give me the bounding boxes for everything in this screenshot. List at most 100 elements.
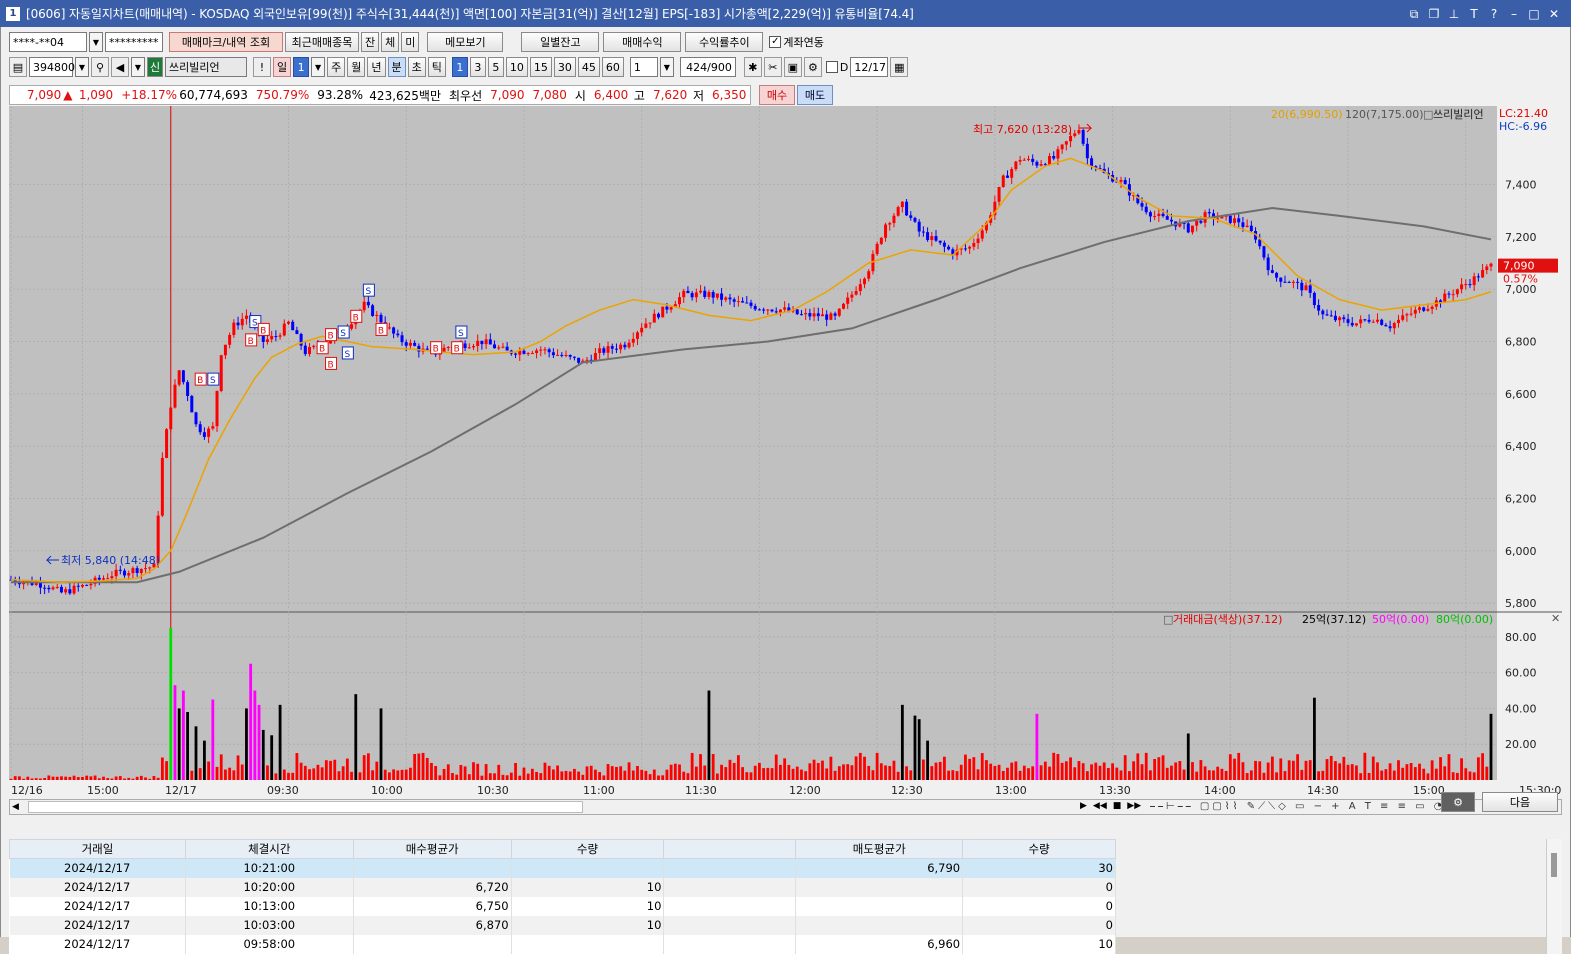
trade-profit-button[interactable]: 매매수익 (603, 32, 682, 52)
table-row[interactable]: 2024/12/17 10:21:00 6,790 30 (9, 858, 1116, 878)
balance-button[interactable]: 잔 (361, 32, 380, 52)
layout-icon[interactable]: ▤ (9, 57, 27, 77)
maximize-icon[interactable]: □ (1525, 6, 1543, 22)
table-row[interactable]: 2024/12/17 10:20:00 6,720 10 0 (9, 877, 1116, 897)
yield-trend-button[interactable]: 수익률추이 (685, 32, 764, 52)
unit-year[interactable]: 년 (367, 57, 386, 77)
candle-body (89, 583, 93, 586)
volume-bar (156, 777, 160, 780)
volume-bar (337, 771, 341, 780)
interval-3[interactable]: 3 (469, 57, 486, 77)
stock-code-input[interactable]: 394800 (29, 57, 75, 77)
count-input[interactable]: 1 (629, 57, 658, 77)
period-day[interactable]: 일 (273, 57, 292, 77)
unit-month[interactable]: 월 (347, 57, 366, 77)
close-icon[interactable]: ✕ (1545, 6, 1563, 22)
save-icon[interactable]: ▣ (783, 57, 802, 77)
window-copy-icon[interactable]: ❐ (1425, 6, 1443, 22)
col-buy-avg[interactable]: 매수평균가 (352, 839, 512, 859)
account-link-checkbox[interactable]: ✓ 계좌연동 (769, 34, 824, 50)
candle-body (1443, 293, 1447, 303)
interval-60[interactable]: 60 (601, 57, 624, 77)
col-sell-avg[interactable]: 매도평균가 (795, 839, 964, 859)
alert-icon[interactable]: ! (253, 57, 271, 77)
trade-mark-button[interactable]: 매매마크/내역 조회 (169, 32, 283, 52)
volume-bar (97, 778, 101, 780)
col-buy-qty[interactable]: 수량 (510, 839, 665, 859)
recent-trades-button[interactable]: 최근매매종목 (285, 32, 359, 52)
unit-tick[interactable]: 틱 (427, 57, 446, 77)
interval-45[interactable]: 45 (577, 57, 600, 77)
rewind-icon[interactable]: ◀◀ (1093, 801, 1107, 811)
col-sell-qty[interactable]: 수량 (962, 839, 1116, 859)
forward-icon[interactable]: ▶▶ (1127, 801, 1141, 811)
calendar-icon[interactable]: ▦ (890, 57, 909, 77)
scroll-thumb[interactable] (28, 801, 583, 813)
count-dropdown-icon[interactable]: ▼ (659, 57, 674, 77)
candle-body (1455, 289, 1459, 295)
memo-button[interactable]: 메모보기 (427, 32, 504, 52)
volume-bar (943, 756, 946, 780)
chart-canvas[interactable]: 7,4007,2007,0006,8006,6006,4006,2006,000… (9, 106, 1562, 799)
next-button[interactable]: 다음 (1482, 792, 1558, 812)
table-row[interactable]: 2024/12/17 10:03:00 6,870 10 0 (9, 915, 1116, 935)
table-row[interactable]: 2024/12/17 09:58:00 6,960 10 (9, 934, 1116, 954)
tools-icon[interactable]: ✂ (763, 57, 782, 77)
col-exec-time[interactable]: 체결시간 (184, 839, 354, 859)
account-input[interactable]: ****-**04 (9, 32, 87, 52)
candle-body (1371, 321, 1375, 323)
sell-button[interactable]: 매도 (797, 85, 833, 105)
window-link-icon[interactable]: ⧉ (1405, 6, 1423, 22)
grid-settings-icon[interactable]: ⚙ (1441, 792, 1475, 812)
table-cell: 6,720 (353, 877, 512, 897)
chart-area[interactable]: 7,400 7,200 7,000 6,800 6,600 6,400 6,200 6,000… (9, 106, 1562, 799)
volume-bar (694, 766, 698, 780)
candle-body (547, 349, 551, 353)
help-icon[interactable]: ? (1485, 6, 1503, 22)
volume-bar (135, 776, 139, 780)
candle-body (1237, 218, 1241, 223)
daily-balance-button[interactable]: 일별잔고 (521, 32, 600, 52)
settings-icon[interactable]: ⚙ (803, 57, 822, 77)
volume-bar (1397, 760, 1400, 780)
account-dropdown-icon[interactable]: ▼ (89, 32, 103, 52)
sound-dropdown-icon[interactable]: ▼ (131, 57, 145, 77)
scroll-right-icon[interactable]: ▶ (1080, 801, 1087, 811)
date-input[interactable]: 12/17 (850, 57, 889, 77)
candle-body (80, 584, 84, 587)
executed-button[interactable]: 체 (381, 32, 400, 52)
chart-tool-icons[interactable]: ⎯⎯⊢⎯⎯ ▢▢⌇⌇ ✎⟋⟍◇ ▭ − + A T ≡ ≡ ▭ ◔ ⟳ (1150, 801, 1463, 812)
scroll-left-icon[interactable]: ◀ (12, 802, 19, 812)
password-input[interactable]: ********* (105, 32, 163, 52)
candle-body (139, 568, 143, 574)
font-icon[interactable]: T (1465, 6, 1483, 22)
unit-week[interactable]: 주 (327, 57, 346, 77)
buy-button[interactable]: 매수 (759, 85, 795, 105)
interval-15[interactable]: 15 (529, 57, 552, 77)
horizontal-scrollbar[interactable]: ◀ ▶ ◀◀ ■ ▶▶ ⎯⎯⊢⎯⎯ ▢▢⌇⌇ ✎⟋⟍◇ ▭ − + A T ≡ … (9, 799, 1562, 815)
period-dropdown-icon[interactable]: ▼ (311, 57, 326, 77)
unexecuted-button[interactable]: 미 (401, 32, 420, 52)
code-dropdown-icon[interactable]: ▼ (75, 57, 89, 77)
search-icon[interactable]: ⚲ (91, 57, 109, 77)
unit-second[interactable]: 초 (407, 57, 426, 77)
volume-bar (1291, 760, 1295, 780)
interval-5[interactable]: 5 (487, 57, 504, 77)
volume-bar (1317, 771, 1321, 780)
unit-minute[interactable]: 분 (387, 57, 406, 77)
pin-icon[interactable]: ⊥ (1445, 6, 1463, 22)
indicator-icon[interactable]: ✱ (743, 57, 762, 77)
stop-icon[interactable]: ■ (1113, 801, 1122, 811)
interval-30[interactable]: 30 (553, 57, 576, 77)
table-row[interactable]: 2024/12/17 10:13:00 6,750 10 0 (9, 896, 1116, 916)
minimize-icon[interactable]: – (1505, 6, 1523, 22)
d-checkbox[interactable] (825, 61, 838, 73)
sound-icon[interactable]: ◀ (111, 57, 129, 77)
interval-1[interactable]: 1 (451, 57, 468, 77)
candle-body (493, 344, 497, 349)
period-count[interactable]: 1 (293, 57, 310, 77)
col-trade-date[interactable]: 거래일 (9, 839, 186, 859)
interval-10[interactable]: 10 (505, 57, 528, 77)
vscroll-thumb[interactable] (1551, 853, 1557, 877)
checkmark-icon[interactable]: ✓ (769, 36, 782, 48)
